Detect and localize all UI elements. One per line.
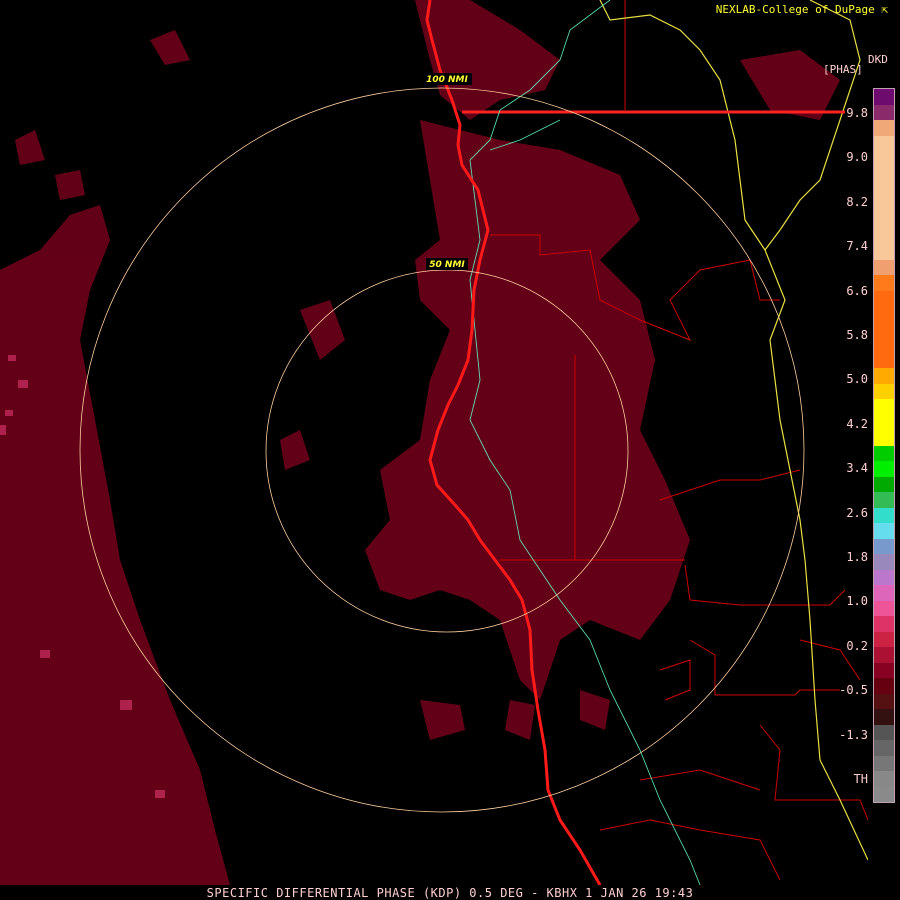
units-label: DKD bbox=[868, 53, 888, 66]
color-scale-segment bbox=[874, 89, 894, 105]
color-scale-segment bbox=[874, 259, 894, 275]
color-scale-segment bbox=[874, 368, 894, 384]
color-scale-tick: 5.0 bbox=[846, 372, 868, 387]
color-scale-segment bbox=[874, 135, 894, 151]
color-scale-segment bbox=[874, 275, 894, 291]
color-scale-segment bbox=[874, 523, 894, 539]
color-scale-segment bbox=[874, 352, 894, 368]
color-scale-segment bbox=[874, 306, 894, 322]
color-scale-segment bbox=[874, 755, 894, 771]
credit-text[interactable]: NEXLAB-College of DuPage ⇱ bbox=[716, 3, 888, 16]
color-scale-segment bbox=[874, 693, 894, 709]
color-scale-tick: 6.6 bbox=[846, 283, 868, 298]
color-scale-tick: 0.2 bbox=[846, 638, 868, 653]
color-scale-tick: 5.8 bbox=[846, 328, 868, 342]
color-scale-segment bbox=[874, 724, 894, 740]
radar-screen: 100 NMI 50 NMI NEXLAB-College of DuPage … bbox=[0, 0, 900, 900]
color-scale-segment bbox=[874, 554, 894, 570]
color-scale-segment bbox=[874, 678, 894, 694]
color-scale-segment bbox=[874, 662, 894, 678]
color-scale-tick: 1.0 bbox=[846, 594, 868, 609]
color-scale-segment bbox=[874, 337, 894, 353]
echo-region-southwest bbox=[0, 205, 230, 885]
color-scale-segment bbox=[874, 197, 894, 213]
color-scale-segment bbox=[874, 445, 894, 461]
color-scale-segment bbox=[874, 461, 894, 477]
color-scale-bar bbox=[873, 88, 895, 803]
range-ring-100-label: 100 NMI bbox=[426, 75, 468, 85]
echo-region-inner-west bbox=[280, 300, 345, 470]
color-scale-tick: 7.4 bbox=[846, 239, 868, 254]
color-scale-segment bbox=[874, 430, 894, 446]
color-scale-segment bbox=[874, 166, 894, 182]
color-scale-segment bbox=[874, 771, 894, 787]
color-scale-segment bbox=[874, 647, 894, 663]
color-scale-tick: TH bbox=[853, 772, 868, 786]
color-scale-segment bbox=[874, 244, 894, 260]
color-scale-segment bbox=[874, 213, 894, 229]
color-scale-segment bbox=[874, 228, 894, 244]
range-ring-50-label: 50 NMI bbox=[429, 260, 465, 270]
color-scale-segment bbox=[874, 492, 894, 508]
color-scale-segment bbox=[874, 383, 894, 399]
radar-echoes bbox=[0, 0, 840, 885]
credit-label: NEXLAB-College of DuPage bbox=[715, 3, 875, 16]
color-scale-tick: 4.2 bbox=[846, 416, 868, 431]
color-scale-segment bbox=[874, 120, 894, 136]
color-scale-segment bbox=[874, 709, 894, 725]
color-scale-tick: 8.2 bbox=[846, 194, 868, 209]
color-scale-segment bbox=[874, 151, 894, 167]
color-scale-segment bbox=[874, 786, 894, 802]
color-scale-tick: -0.5 bbox=[839, 683, 868, 698]
color-scale-tick: 9.0 bbox=[846, 150, 868, 165]
state-boundaries bbox=[599, 0, 868, 861]
color-scale-tick: 9.8 bbox=[846, 106, 868, 120]
color-scale-segment bbox=[874, 290, 894, 306]
color-scale-tick: 3.4 bbox=[846, 461, 868, 476]
color-scale-segment bbox=[874, 104, 894, 120]
color-scale-tick: 2.6 bbox=[846, 505, 868, 520]
color-scale-segment bbox=[874, 631, 894, 647]
color-scale-segment bbox=[874, 399, 894, 415]
color-scale-segment bbox=[874, 538, 894, 554]
color-scale-segment bbox=[874, 600, 894, 616]
echo-region-west-spots bbox=[15, 30, 190, 200]
color-scale-tick: -1.3 bbox=[839, 727, 868, 742]
echo-region-south-patches bbox=[420, 690, 610, 740]
echo-region-east bbox=[740, 50, 840, 120]
color-scale-tick: 1.8 bbox=[846, 550, 868, 564]
color-scale-segment bbox=[874, 585, 894, 601]
color-scale-segment bbox=[874, 321, 894, 337]
color-scale-segment bbox=[874, 740, 894, 756]
color-scale-segment bbox=[874, 476, 894, 492]
color-scale-segment bbox=[874, 507, 894, 523]
color-scale-segment bbox=[874, 616, 894, 632]
color-scale-segment bbox=[874, 414, 894, 430]
product-caption: SPECIFIC DIFFERENTIAL PHASE (KDP) 0.5 DE… bbox=[206, 886, 694, 900]
external-link-icon: ⇱ bbox=[881, 3, 888, 16]
color-scale-segment bbox=[874, 569, 894, 585]
units-sublabel: [PHAS] bbox=[823, 63, 863, 76]
radar-map: 100 NMI 50 NMI bbox=[0, 0, 868, 885]
color-scale-segment bbox=[874, 182, 894, 198]
